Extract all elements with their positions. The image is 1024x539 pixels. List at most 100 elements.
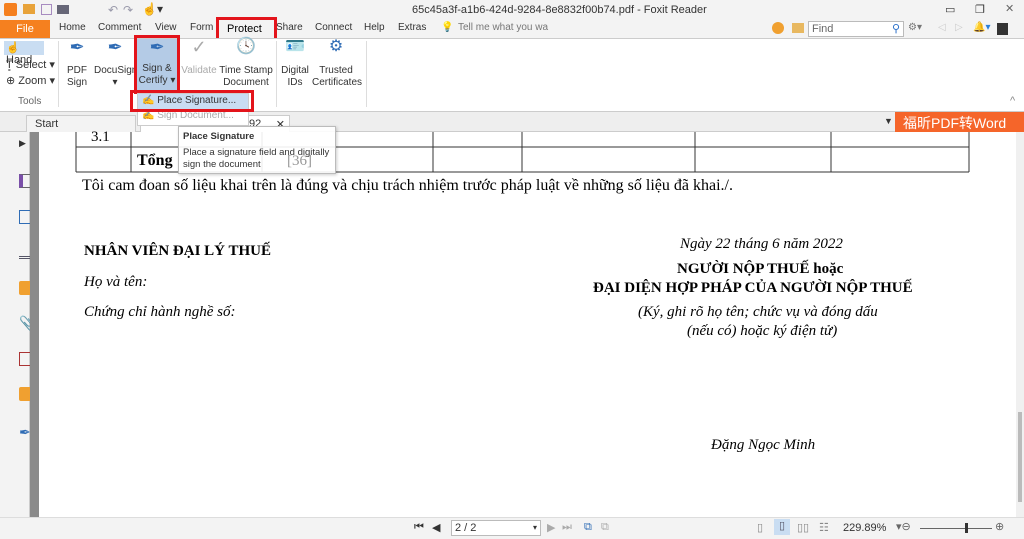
validate-button[interactable]: ✓ Validate <box>181 37 217 77</box>
pdf-page: 3.1 Tổng [36] Tôi cam đoan số liệu khai … <box>39 129 1016 517</box>
open-icon[interactable] <box>23 4 35 14</box>
single-page-icon[interactable]: ▯ <box>757 521 763 534</box>
page-number: 2 / 2 <box>455 522 477 534</box>
docusign-button[interactable]: ✒ DocuSign ▾ <box>94 38 137 89</box>
tools-group-label: Tools <box>18 96 42 107</box>
avatar[interactable] <box>997 23 1008 35</box>
gear-icon[interactable]: ⚙▾ <box>908 22 922 33</box>
next-page-button[interactable]: ▶ <box>547 521 555 534</box>
pdf-to-word-promo[interactable]: 福昕PDF转Word <box>895 112 1024 134</box>
place-signature-highlight <box>130 90 254 112</box>
divider <box>366 41 367 107</box>
close-button[interactable]: ✕ <box>1005 2 1014 15</box>
zoom-out-button[interactable]: ▾⊖ <box>896 520 911 533</box>
tell-me-input[interactable]: Tell me what you wa <box>458 22 548 33</box>
zoom-in-button[interactable]: ⊕ <box>995 520 1004 533</box>
label: Certificates <box>312 77 363 88</box>
signer-name: Đặng Ngọc Minh <box>711 437 816 453</box>
pdf-sign-button[interactable]: ✒ PDF Sign <box>62 38 92 89</box>
tab-connect[interactable]: Connect <box>315 22 352 33</box>
select-tool[interactable]: T̥ Select ▾ <box>6 58 55 71</box>
select-label: Select <box>15 59 47 71</box>
tab-view[interactable]: View <box>155 22 177 33</box>
tab-start[interactable]: Start <box>26 115 136 132</box>
label: PDF <box>67 65 87 76</box>
agent-name-label: Họ và tên: <box>84 274 148 290</box>
bell-icon[interactable]: 🔔▾ <box>973 22 990 33</box>
tooltip-title: Place Signature <box>183 131 255 142</box>
restore-button[interactable]: ❐ <box>975 3 985 16</box>
first-page-button[interactable]: ⏮ <box>414 521 424 534</box>
heart-icon[interactable] <box>772 22 784 34</box>
sign-certify-highlight <box>134 35 180 94</box>
certificate-gear-icon: ⚙ <box>328 38 344 55</box>
print-icon[interactable] <box>57 5 69 14</box>
tooltip: Place Signature Place a signature field … <box>178 126 336 174</box>
label: Time Stamp <box>219 65 273 76</box>
page-number-input[interactable]: 2 / 2 ▾ <box>451 520 541 536</box>
label: Digital <box>281 65 309 76</box>
next-view-icon[interactable]: ⧉ <box>601 521 609 534</box>
tab-home[interactable]: Home <box>59 22 86 33</box>
continuous-page-icon[interactable]: ▯ <box>774 519 790 535</box>
foxit-logo-icon <box>4 3 17 16</box>
redo-icon[interactable]: ↷ <box>123 3 133 17</box>
digital-ids-button[interactable]: 🪪 Digital IDs <box>280 38 310 89</box>
folder-search-icon[interactable] <box>792 23 804 33</box>
zoom-slider-thumb[interactable] <box>964 523 968 533</box>
tab-share[interactable]: Share <box>276 22 303 33</box>
zoom-tool[interactable]: ⊕ Zoom ▾ <box>6 74 55 87</box>
validate-icon: ✓ <box>191 37 207 57</box>
title-bar: ↶ ↷ ☝▾ 65c45a3f-a1b6-424d-9284-8e8832f00… <box>0 0 1024 20</box>
find-placeholder: Find <box>812 23 834 35</box>
status-bar: ⏮ ◀ 2 / 2 ▾ ▶ ⏭ ⧉ ⧉ ▯ ▯ ▯▯ ☷ 229.89% ▾⊖ ⊕ <box>0 517 1024 539</box>
label: Sign <box>66 77 87 88</box>
window-title: 65c45a3f-a1b6-424d-9284-8e8832f00b74.pdf… <box>412 4 707 16</box>
page-gutter <box>30 132 39 517</box>
tab-form[interactable]: Form <box>190 22 213 33</box>
vertical-scrollbar[interactable] <box>1016 132 1024 517</box>
undo-icon[interactable]: ↶ <box>108 3 118 17</box>
representative-title: ĐẠI DIỆN HỢP PHÁP CỦA NGƯỜI NỘP THUẾ <box>593 280 913 296</box>
back-icon[interactable]: ◁ <box>938 22 946 33</box>
date-text: Ngày 22 tháng 6 năm 2022 <box>680 236 843 252</box>
last-page-button[interactable]: ⏭ <box>562 521 572 534</box>
forward-icon[interactable]: ▷ <box>955 22 963 33</box>
save-icon[interactable] <box>41 4 52 15</box>
tab-extras[interactable]: Extras <box>398 22 426 33</box>
expand-panel-icon[interactable]: ▶ <box>19 138 26 149</box>
zoom-slider[interactable] <box>920 523 992 533</box>
taxpayer-title: NGƯỜI NỘP THUẾ hoặc <box>677 261 844 277</box>
minimize-button[interactable]: ▭ <box>945 3 955 16</box>
previous-view-icon[interactable]: ⧉ <box>584 521 592 534</box>
hand-tool-quick-icon[interactable]: ☝▾ <box>142 2 163 16</box>
tab-help[interactable]: Help <box>364 22 385 33</box>
trusted-certificates-button[interactable]: ⚙ Trusted Certificates <box>312 38 363 89</box>
table-cell: [36] <box>287 153 312 169</box>
previous-page-button[interactable]: ◀ <box>432 521 440 534</box>
navigation-panel: ▶ 📎 ✒ <box>0 132 36 517</box>
table-cell: Tổng <box>137 152 173 169</box>
find-input[interactable]: Find ⚲ <box>808 21 904 37</box>
continuous-facing-icon[interactable]: ☷ <box>819 521 829 534</box>
hand-tool[interactable]: ☝ Hand <box>4 41 44 66</box>
table-cell: 3.1 <box>91 129 110 145</box>
label: Trusted <box>319 65 353 76</box>
chevron-down-icon[interactable]: ▾ <box>533 521 537 535</box>
scrollbar-thumb[interactable] <box>1018 412 1022 502</box>
tab-comment[interactable]: Comment <box>98 22 141 33</box>
clock-icon: 🕓 <box>236 38 256 55</box>
divider <box>58 41 59 107</box>
label: IDs <box>287 77 303 88</box>
search-icon[interactable]: ⚲ <box>892 22 900 36</box>
zoom-level[interactable]: 229.89% <box>843 522 886 534</box>
tab-list-dropdown[interactable]: ▼ <box>884 116 893 126</box>
agent-cert-label: Chứng chỉ hành nghề số: <box>84 304 236 320</box>
time-stamp-button[interactable]: 🕓 Time Stamp Document <box>219 38 273 89</box>
divider <box>276 41 277 107</box>
lightbulb-icon: 💡 <box>441 22 454 33</box>
id-card-icon: 🪪 <box>285 38 305 55</box>
facing-page-icon[interactable]: ▯▯ <box>797 521 809 534</box>
collapse-ribbon-icon[interactable]: ^ <box>1010 95 1015 107</box>
file-tab[interactable]: File <box>0 20 50 38</box>
